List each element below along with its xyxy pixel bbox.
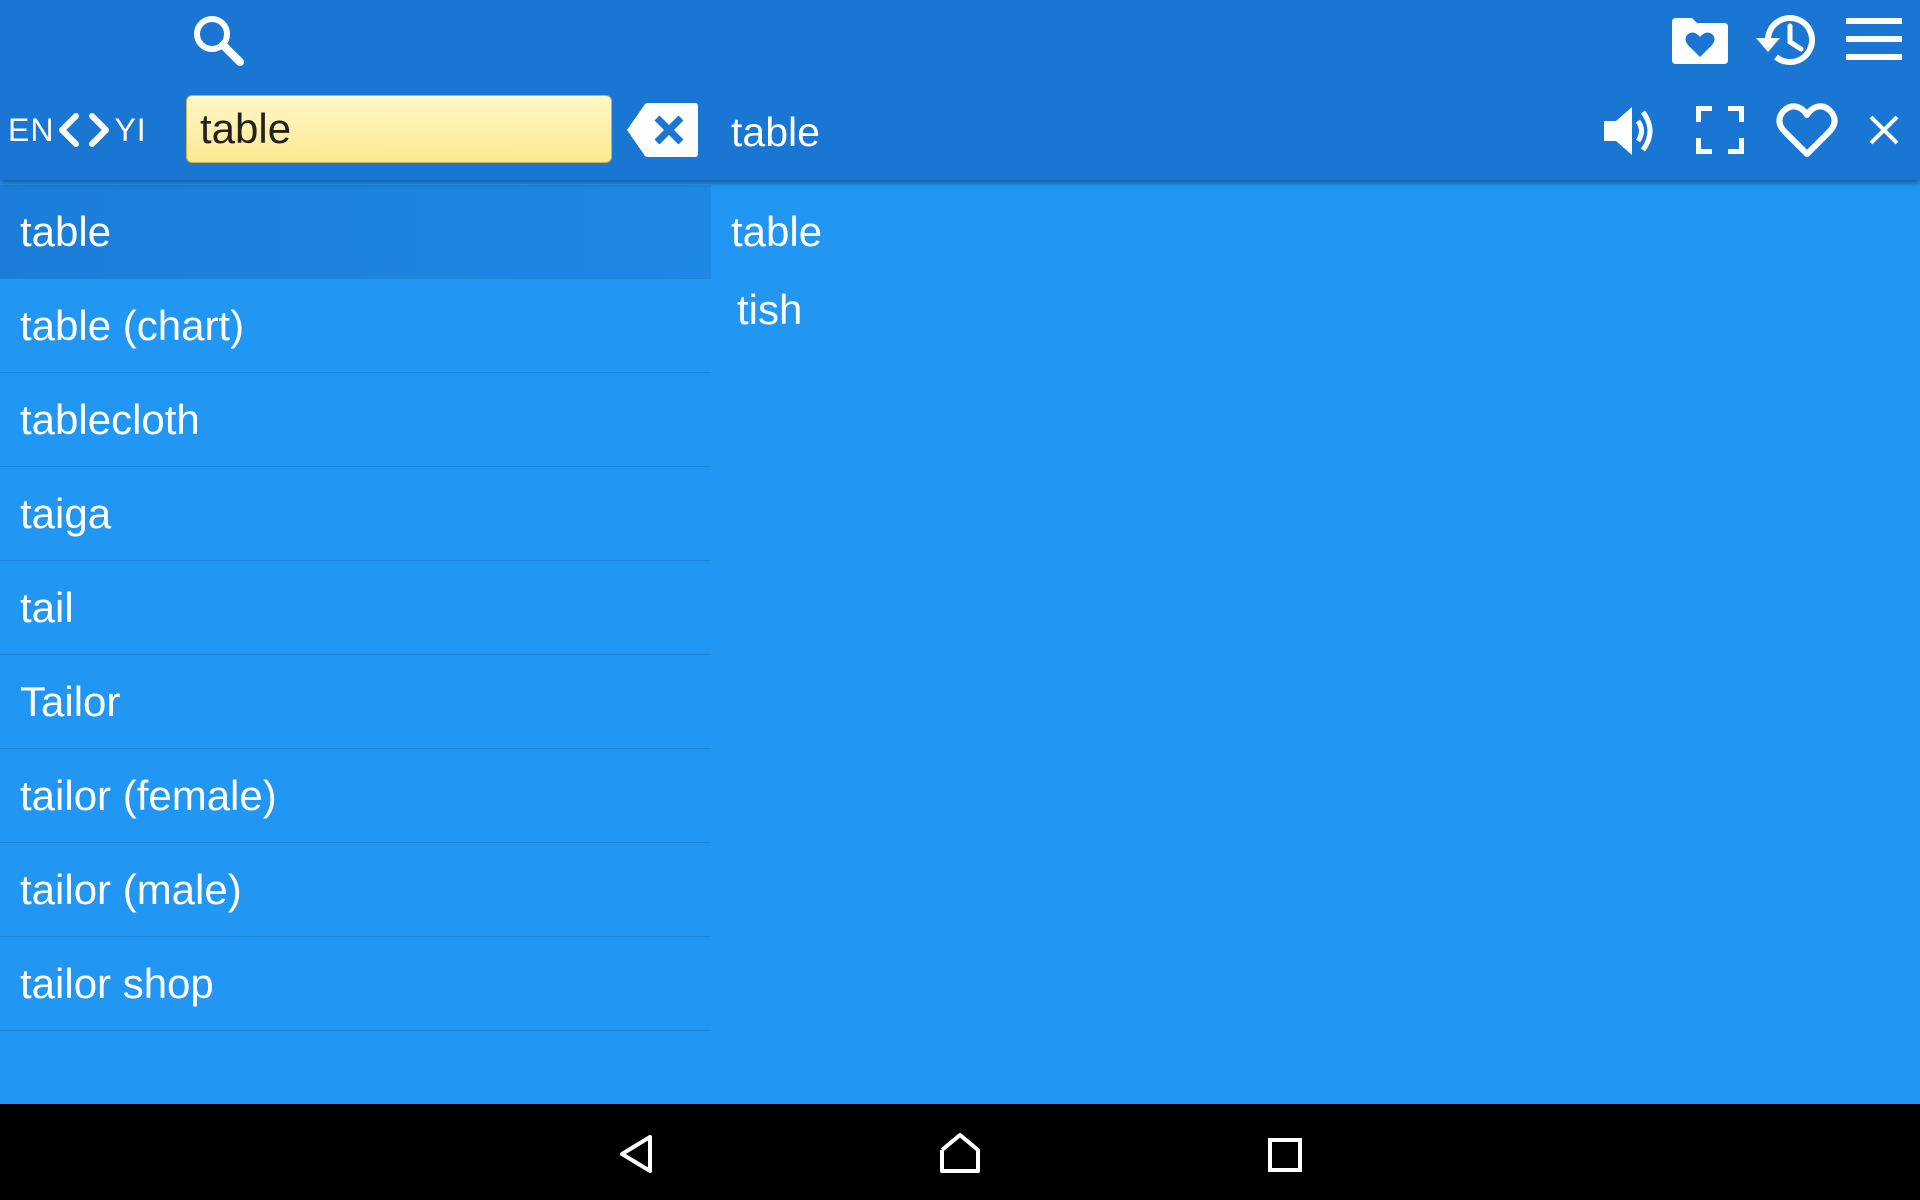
speaker-icon[interactable] [1600, 103, 1660, 159]
recents-icon[interactable] [1268, 1138, 1302, 1172]
history-icon[interactable] [1752, 8, 1818, 72]
chevron-right-icon[interactable] [86, 110, 112, 150]
list-item[interactable]: table (chart) [0, 279, 711, 373]
back-icon[interactable] [618, 1134, 654, 1174]
detail-header-word: table [731, 109, 820, 155]
word-list: table table (chart) tablecloth taiga tai… [0, 185, 711, 1031]
fullscreen-icon[interactable] [1696, 106, 1744, 154]
search-icon[interactable] [188, 12, 248, 68]
entry-title: table [731, 208, 823, 255]
close-icon[interactable] [1868, 114, 1900, 146]
menu-icon[interactable] [1846, 18, 1902, 62]
folder-heart-icon[interactable] [1668, 12, 1732, 68]
home-icon[interactable] [938, 1132, 982, 1174]
list-item[interactable]: Tailor [0, 655, 711, 749]
language-selector: EN YI [8, 108, 147, 152]
list-item[interactable]: tailor (female) [0, 749, 711, 843]
search-input[interactable] [186, 95, 612, 163]
source-language[interactable]: EN [8, 112, 54, 149]
list-item[interactable]: table [0, 185, 711, 279]
list-item[interactable]: tailor (male) [0, 843, 711, 937]
list-item[interactable]: taiga [0, 467, 711, 561]
backspace-clear-icon[interactable] [627, 102, 699, 158]
chevron-left-icon[interactable] [56, 110, 82, 150]
target-language[interactable]: YI [114, 112, 146, 149]
app-bar: EN YI table [0, 0, 1920, 180]
heart-icon[interactable] [1776, 102, 1838, 158]
system-nav-bar [0, 1104, 1920, 1200]
list-item[interactable]: tail [0, 561, 711, 655]
entry-translation: tish [737, 286, 803, 333]
list-item[interactable]: tailor shop [0, 937, 711, 1031]
list-item[interactable]: tablecloth [0, 373, 711, 467]
